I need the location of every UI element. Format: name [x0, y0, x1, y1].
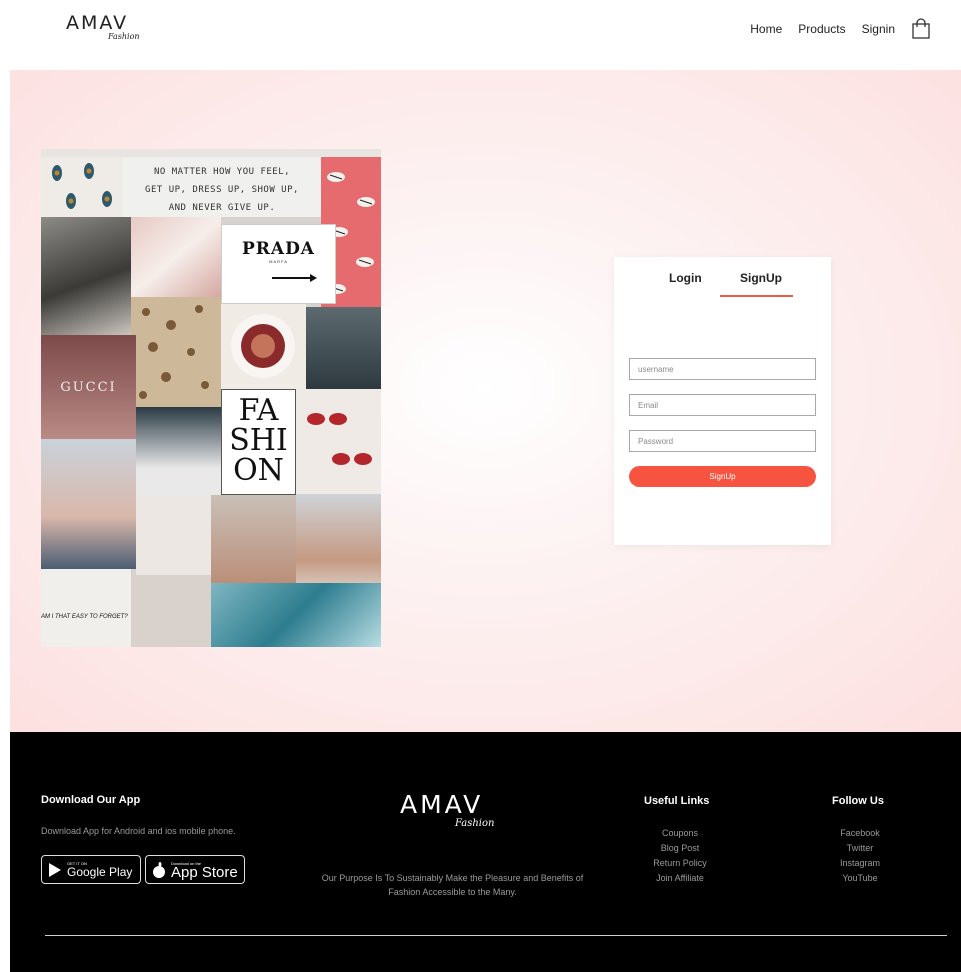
link-join-affiliate[interactable]: Join Affiliate — [640, 871, 720, 886]
prada-text: PRADA — [241, 239, 316, 259]
fashion-word-1: FA — [238, 393, 279, 428]
collage-fashion-magazine: FA SHI ON — [221, 389, 296, 495]
link-instagram[interactable]: Instagram — [820, 856, 900, 871]
username-input[interactable] — [629, 358, 816, 380]
collage-prada-sign: PRADA MARFA — [221, 224, 336, 304]
fashion-word-3: ON — [233, 453, 284, 488]
nav-signin[interactable]: Signin — [862, 22, 895, 36]
download-app-text: Download App for Android and ios mobile … — [41, 826, 236, 836]
quote-line-2: GET UP, DRESS UP, SHOW UP, — [145, 185, 299, 195]
collage-woman-photo — [41, 217, 131, 335]
password-input[interactable] — [629, 430, 816, 452]
hero-section: NO MATTER HOW YOU FEEL, GET UP, DRESS UP… — [10, 70, 961, 732]
brand-logo[interactable]: AMAV Fashion — [66, 12, 156, 48]
google-play-icon — [49, 862, 61, 877]
apple-icon — [153, 861, 165, 878]
collage-sunglasses-photo — [296, 389, 381, 494]
collage-blonde-photo — [41, 439, 136, 569]
collage-quote: NO MATTER HOW YOU FEEL, GET UP, DRESS UP… — [123, 157, 321, 217]
link-twitter[interactable]: Twitter — [820, 841, 900, 856]
fashion-collage-image: NO MATTER HOW YOU FEEL, GET UP, DRESS UP… — [41, 149, 381, 647]
site-footer: Download Our App Download App for Androi… — [10, 732, 961, 972]
useful-links-list: Coupons Blog Post Return Policy Join Aff… — [640, 826, 720, 886]
site-header: AMAV Fashion Home Products Signin — [0, 0, 961, 70]
brand-name: AMAV — [66, 12, 129, 34]
collage-ocean-photo — [211, 583, 381, 647]
purpose-text: Our Purpose Is To Sustainably Make the P… — [321, 873, 584, 897]
easy-text: AM I THAT EASY TO FORGET? — [41, 614, 128, 620]
active-tab-indicator — [720, 295, 793, 297]
email-input[interactable] — [629, 394, 816, 416]
main-nav: Home Products Signin — [750, 18, 931, 40]
collage-plates-photo — [131, 575, 211, 647]
link-facebook[interactable]: Facebook — [820, 826, 900, 841]
auth-card: Login SignUp SignUp — [614, 257, 831, 545]
footer-brand-name: AMAV — [400, 790, 484, 819]
follow-us-title: Follow Us — [832, 795, 884, 807]
nav-products[interactable]: Products — [798, 22, 845, 36]
app-store-big: App Store — [171, 863, 238, 881]
auth-tabs: Login SignUp — [614, 271, 831, 301]
google-play-big: Google Play — [67, 864, 133, 879]
arrow-icon — [272, 274, 317, 282]
footer-divider — [45, 935, 947, 936]
quote-line-3: AND NEVER GIVE UP. — [168, 203, 276, 213]
shopping-bag-icon[interactable] — [911, 18, 931, 40]
tab-login[interactable]: Login — [669, 271, 702, 285]
app-store-badge[interactable]: Download on the App Store — [145, 855, 245, 884]
collage-dessert-photo — [221, 304, 306, 389]
collage-dress-photo — [131, 217, 221, 297]
brand-script: Fashion — [108, 32, 140, 41]
quote-line-1: NO MATTER HOW YOU FEEL, — [153, 167, 291, 177]
footer-brand-script: Fashion — [455, 818, 495, 829]
nav-home[interactable]: Home — [750, 22, 782, 36]
collage-leopard-print — [131, 297, 221, 407]
collage-sketch: AM I THAT EASY TO FORGET? — [41, 569, 131, 647]
collage-accessories-photo — [136, 495, 211, 575]
collage-model-photo — [211, 495, 296, 583]
google-play-badge[interactable]: GET IT ON Google Play — [41, 855, 141, 884]
collage-top-strip — [41, 149, 381, 157]
signup-button[interactable]: SignUp — [629, 466, 816, 487]
useful-links-title: Useful Links — [644, 795, 710, 807]
collage-man-photo — [136, 407, 221, 495]
footer-logo: AMAV Fashion — [400, 790, 520, 840]
link-coupons[interactable]: Coupons — [640, 826, 720, 841]
link-return-policy[interactable]: Return Policy — [640, 856, 720, 871]
gucci-text: GUCCI — [60, 379, 117, 395]
link-blog-post[interactable]: Blog Post — [640, 841, 720, 856]
tab-signup[interactable]: SignUp — [740, 271, 782, 285]
link-youtube[interactable]: YouTube — [820, 871, 900, 886]
collage-feathers — [41, 157, 123, 217]
collage-street-photo — [306, 307, 381, 389]
collage-gucci-store: GUCCI — [41, 335, 136, 439]
fashion-word-2: SHI — [229, 423, 288, 458]
download-app-title: Download Our App — [41, 794, 141, 806]
social-links-list: Facebook Twitter Instagram YouTube — [820, 826, 900, 886]
